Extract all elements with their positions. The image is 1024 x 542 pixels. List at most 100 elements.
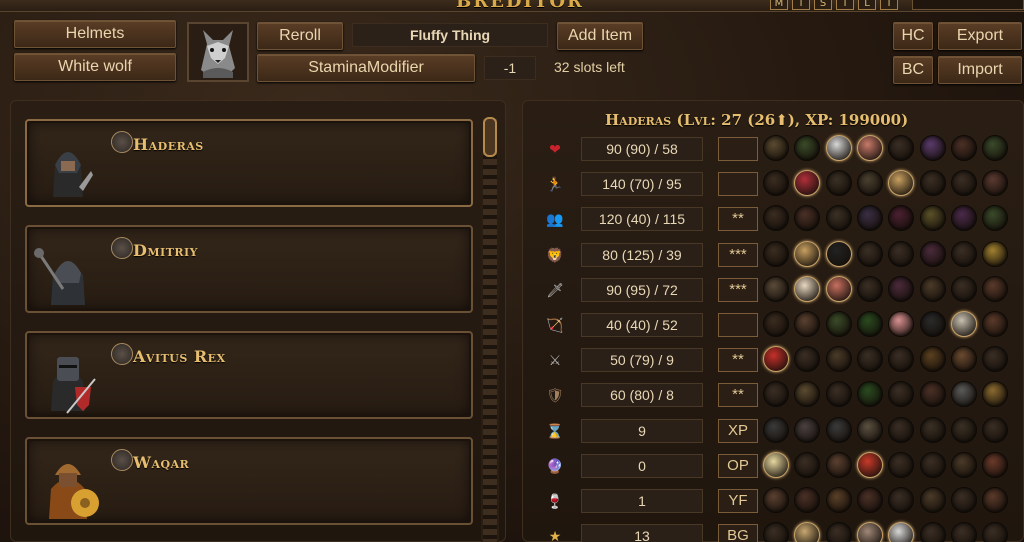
- perk-icon[interactable]: [856, 205, 883, 232]
- perk-icon[interactable]: [919, 240, 946, 267]
- perk-icon[interactable]: [982, 275, 1009, 302]
- perk-icon[interactable]: [950, 240, 977, 267]
- perk-icon[interactable]: [919, 416, 946, 443]
- stat-value-field[interactable]: 140 (70) / 95: [581, 172, 703, 197]
- window-button-s[interactable]: S: [814, 0, 832, 10]
- perk-icon[interactable]: [982, 381, 1009, 408]
- perk-icon[interactable]: [950, 205, 977, 232]
- perk-icon[interactable]: [856, 381, 883, 408]
- perk-icon[interactable]: [950, 487, 977, 513]
- perk-icon[interactable]: [888, 205, 915, 232]
- perk-icon[interactable]: [825, 170, 852, 197]
- roster-card-haderas[interactable]: Haderas: [25, 119, 473, 207]
- perk-icon[interactable]: [794, 346, 821, 373]
- perk-icon[interactable]: [763, 416, 789, 443]
- perk-icon[interactable]: [950, 522, 977, 542]
- perk-icon[interactable]: [794, 275, 821, 302]
- perk-icon[interactable]: [888, 451, 915, 478]
- perk-icon[interactable]: [888, 170, 915, 197]
- stat-value-field[interactable]: 120 (40) / 115: [581, 207, 703, 232]
- perk-icon[interactable]: [794, 311, 821, 337]
- window-button-t[interactable]: T: [792, 0, 810, 10]
- stat-value-field[interactable]: 1: [581, 489, 703, 513]
- perk-icon[interactable]: [982, 522, 1009, 542]
- stat-value-field[interactable]: 13: [581, 524, 703, 542]
- perk-icon[interactable]: [950, 170, 977, 197]
- perk-icon[interactable]: [825, 416, 852, 443]
- perk-icon[interactable]: [888, 275, 915, 302]
- perk-icon[interactable]: [794, 522, 821, 542]
- perk-icon[interactable]: [794, 487, 821, 513]
- reroll-button[interactable]: Reroll: [257, 22, 343, 50]
- window-button-m[interactable]: M: [770, 0, 788, 10]
- window-button-l[interactable]: L: [858, 0, 876, 10]
- perk-icon[interactable]: [982, 416, 1009, 443]
- talent-stars-button[interactable]: [718, 172, 758, 197]
- perk-icon[interactable]: [763, 381, 789, 408]
- talent-stars-button[interactable]: ***: [718, 242, 758, 267]
- talent-stars-button[interactable]: **: [718, 207, 758, 232]
- perk-icon[interactable]: [763, 311, 789, 337]
- perk-icon[interactable]: [950, 311, 977, 337]
- perk-icon[interactable]: [919, 311, 946, 337]
- roster-card-waqar[interactable]: Waqar: [25, 437, 473, 525]
- perk-icon[interactable]: [763, 205, 789, 232]
- stat-value-field[interactable]: 90 (90) / 58: [581, 137, 703, 161]
- stat-value-field[interactable]: 9: [581, 418, 703, 443]
- stat-value-field[interactable]: 50 (79) / 9: [581, 348, 703, 373]
- perk-icon[interactable]: [950, 135, 977, 161]
- perk-icon[interactable]: [888, 311, 915, 337]
- perk-icon[interactable]: [856, 240, 883, 267]
- perk-icon[interactable]: [763, 170, 789, 197]
- modifier-button[interactable]: StaminaModifier: [257, 54, 475, 82]
- perk-icon[interactable]: [825, 311, 852, 337]
- roster-card-dmitriy[interactable]: Dmitriy: [25, 225, 473, 313]
- talent-stars-button[interactable]: **: [718, 383, 758, 408]
- perk-icon[interactable]: [888, 346, 915, 373]
- perk-icon[interactable]: [794, 205, 821, 232]
- perk-icon[interactable]: [919, 487, 946, 513]
- perk-icon[interactable]: [950, 275, 977, 302]
- roster-scroll-thumb[interactable]: [483, 117, 497, 157]
- hc-button[interactable]: HC: [893, 22, 933, 50]
- perk-icon[interactable]: [763, 487, 789, 513]
- perk-icon[interactable]: [763, 275, 789, 302]
- modifier-value-field[interactable]: -1: [484, 56, 536, 80]
- roster-card-avitus-rex[interactable]: Avitus Rex: [25, 331, 473, 419]
- perk-icon[interactable]: [950, 346, 977, 373]
- perk-icon[interactable]: [888, 381, 915, 408]
- perk-icon[interactable]: [950, 451, 977, 478]
- perk-icon[interactable]: [919, 205, 946, 232]
- bc-button[interactable]: BC: [893, 56, 933, 84]
- perk-icon[interactable]: [763, 346, 789, 373]
- perk-icon[interactable]: [919, 381, 946, 408]
- perk-icon[interactable]: [982, 170, 1009, 197]
- perk-icon[interactable]: [856, 170, 883, 197]
- perk-icon[interactable]: [982, 346, 1009, 373]
- talent-stars-button[interactable]: [718, 137, 758, 161]
- add-item-button[interactable]: Add Item: [557, 22, 643, 50]
- perk-icon[interactable]: [825, 451, 852, 478]
- perk-icon[interactable]: [982, 311, 1009, 337]
- perk-icon[interactable]: [825, 346, 852, 373]
- perk-icon[interactable]: [794, 135, 821, 161]
- perk-icon[interactable]: [919, 522, 946, 542]
- perk-icon[interactable]: [856, 135, 883, 161]
- talent-stars-button[interactable]: BG: [718, 524, 758, 542]
- perk-icon[interactable]: [763, 240, 789, 267]
- perk-icon[interactable]: [919, 170, 946, 197]
- perk-icon[interactable]: [763, 522, 789, 542]
- perk-icon[interactable]: [919, 135, 946, 161]
- title-search-field[interactable]: [912, 0, 1024, 10]
- perk-icon[interactable]: [763, 451, 789, 478]
- perk-icon[interactable]: [794, 240, 821, 267]
- talent-stars-button[interactable]: ***: [718, 277, 758, 302]
- perk-icon[interactable]: [794, 170, 821, 197]
- perk-icon[interactable]: [982, 487, 1009, 513]
- perk-icon[interactable]: [888, 135, 915, 161]
- perk-icon[interactable]: [856, 346, 883, 373]
- talent-stars-button[interactable]: [718, 313, 758, 337]
- perk-icon[interactable]: [763, 135, 789, 161]
- perk-icon[interactable]: [888, 487, 915, 513]
- export-button[interactable]: Export: [938, 22, 1022, 50]
